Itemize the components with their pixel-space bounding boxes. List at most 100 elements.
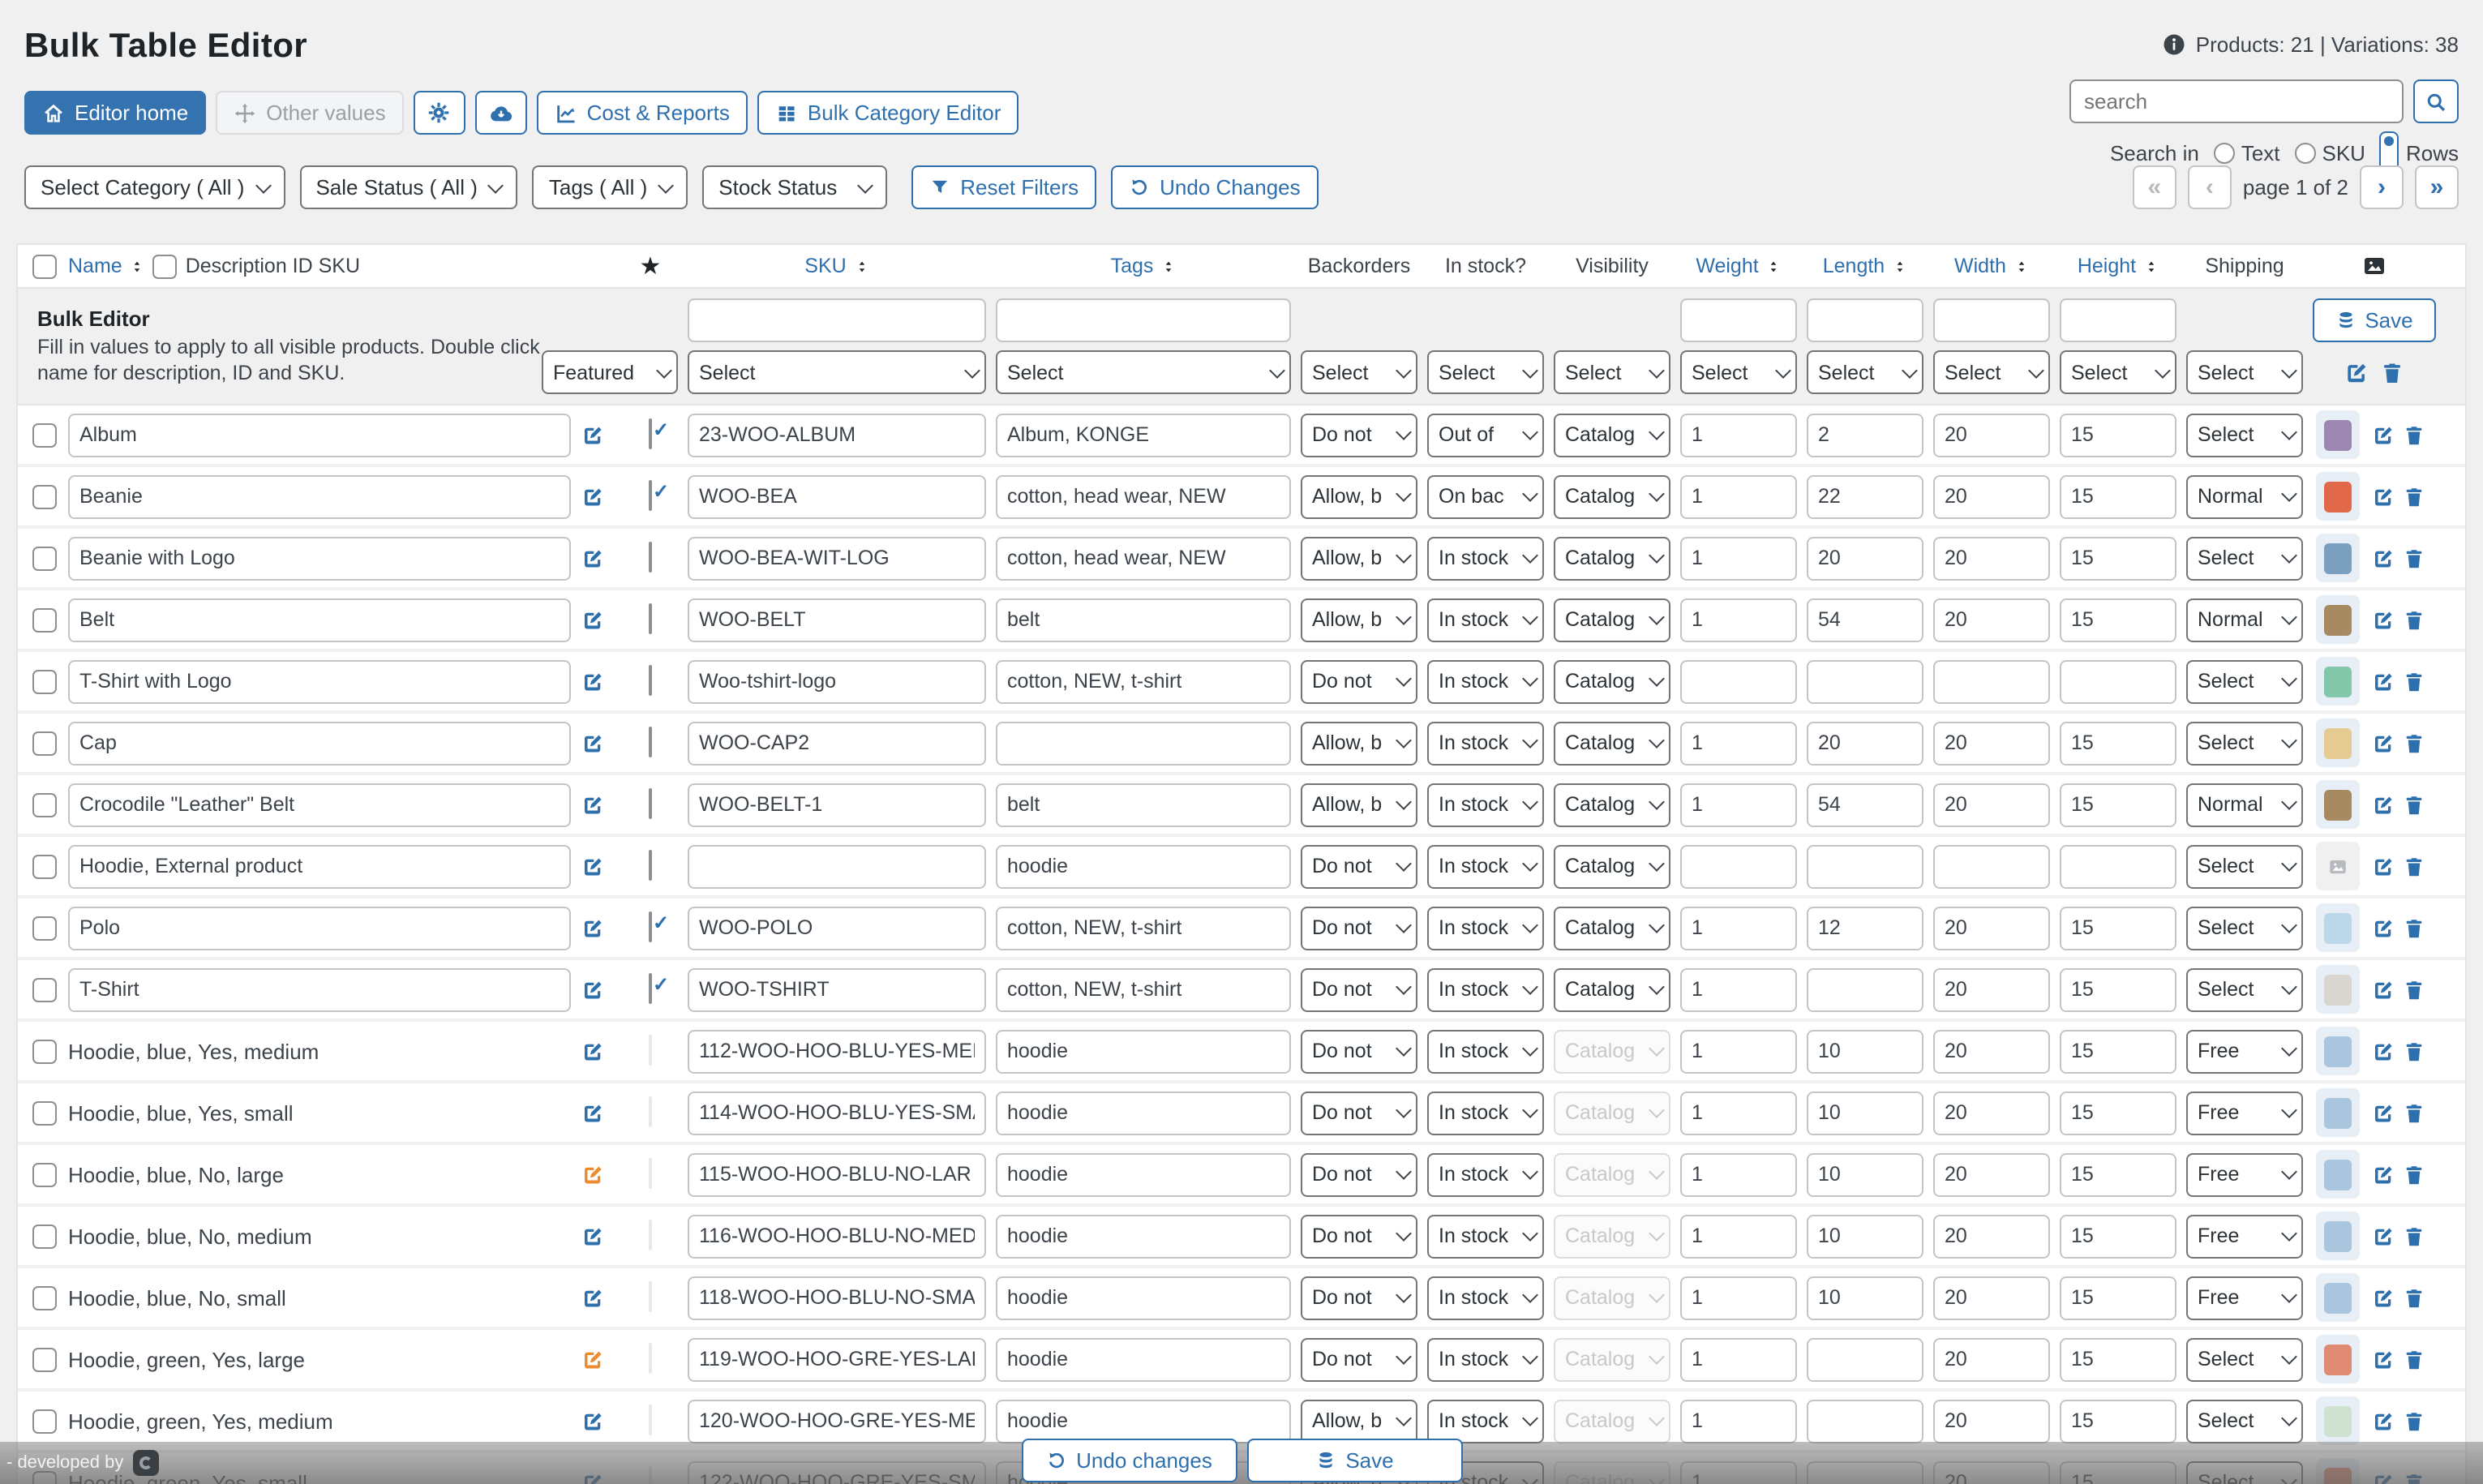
settings-button[interactable] [414, 91, 465, 135]
edit-icon[interactable] [581, 1347, 605, 1371]
row-edit-icon[interactable] [2371, 669, 2395, 693]
backorders-select[interactable]: Allow, b [1301, 598, 1417, 641]
prev-page-button[interactable]: ‹ [2188, 165, 2232, 209]
bulk-weight-input[interactable] [1680, 298, 1797, 342]
column-width[interactable]: Width [1954, 255, 2006, 277]
weight-input[interactable] [1680, 721, 1797, 765]
weight-input[interactable] [1680, 906, 1797, 950]
backorders-select[interactable]: Do not [1301, 1214, 1417, 1258]
sku-input[interactable] [688, 721, 986, 765]
stock-select[interactable]: In stock [1427, 967, 1544, 1011]
weight-input[interactable] [1680, 844, 1797, 888]
row-edit-icon[interactable] [2371, 1347, 2395, 1371]
featured-checkbox[interactable] [649, 727, 652, 757]
tags-input[interactable] [996, 474, 1291, 518]
shipping-select[interactable]: Select [2186, 1399, 2303, 1443]
row-trash-icon[interactable] [2402, 422, 2426, 447]
bulk-save-button[interactable]: Save [2313, 298, 2436, 342]
length-input[interactable] [1807, 659, 1923, 703]
row-trash-icon[interactable] [2402, 546, 2426, 570]
product-thumbnail[interactable] [2315, 1088, 2359, 1137]
height-input[interactable] [2060, 474, 2176, 518]
visibility-select[interactable]: Catalog [1554, 1152, 1670, 1196]
product-name-input[interactable] [68, 413, 571, 457]
row-trash-icon[interactable] [2402, 854, 2426, 878]
row-trash-icon[interactable] [2402, 1285, 2426, 1310]
radio-sku[interactable] [2295, 143, 2316, 164]
tags-input[interactable] [996, 1214, 1291, 1258]
stock-select[interactable]: In stock [1427, 1399, 1544, 1443]
visibility-select[interactable]: Catalog [1554, 906, 1670, 950]
featured-checkbox[interactable] [649, 1281, 652, 1312]
backorders-select[interactable]: Do not [1301, 1276, 1417, 1319]
width-input[interactable] [1933, 598, 2050, 641]
visibility-select[interactable]: Catalog [1554, 1091, 1670, 1134]
product-thumbnail[interactable] [2315, 472, 2359, 521]
featured-checkbox[interactable] [649, 1220, 652, 1250]
backorders-select[interactable]: Do not [1301, 844, 1417, 888]
visibility-select[interactable]: Catalog [1554, 474, 1670, 518]
length-input[interactable] [1807, 598, 1923, 641]
tags-input[interactable] [996, 413, 1291, 457]
length-input[interactable] [1807, 1091, 1923, 1134]
length-input[interactable] [1807, 844, 1923, 888]
stock-select[interactable]: In stock [1427, 844, 1544, 888]
bulk-tags-input[interactable] [996, 298, 1291, 342]
width-input[interactable] [1933, 906, 2050, 950]
length-input[interactable] [1807, 906, 1923, 950]
product-thumbnail[interactable] [2315, 965, 2359, 1014]
backorders-select[interactable]: Allow, b [1301, 721, 1417, 765]
height-input[interactable] [2060, 536, 2176, 580]
length-input[interactable] [1807, 1152, 1923, 1196]
bulk-edit-icon[interactable] [2344, 359, 2369, 385]
backorders-select[interactable]: Allow, b [1301, 536, 1417, 580]
next-page-button[interactable]: › [2360, 165, 2404, 209]
undo-changes-button[interactable]: Undo Changes [1111, 165, 1318, 209]
edit-icon[interactable] [581, 1039, 605, 1063]
stock-select[interactable]: In stock [1427, 906, 1544, 950]
backorders-select[interactable]: Do not [1301, 1091, 1417, 1134]
height-input[interactable] [2060, 1152, 2176, 1196]
product-name-input[interactable] [68, 598, 571, 641]
column-name[interactable]: Name [68, 255, 122, 277]
bulk-trash-icon[interactable] [2379, 359, 2405, 385]
bulk-width-input[interactable] [1933, 298, 2050, 342]
shipping-select[interactable]: Normal [2186, 598, 2303, 641]
row-checkbox[interactable] [32, 1039, 57, 1063]
other-values-button[interactable]: Other values [216, 91, 403, 135]
product-name-input[interactable] [68, 783, 571, 826]
featured-checkbox[interactable] [649, 1035, 652, 1066]
sort-icon[interactable] [1161, 257, 1176, 275]
backorders-select[interactable]: Allow, b [1301, 1399, 1417, 1443]
row-checkbox[interactable] [32, 1409, 57, 1433]
edit-icon[interactable] [581, 1100, 605, 1125]
bulk-featured-select[interactable]: Featured [542, 350, 678, 394]
search-in-text[interactable]: Text [2214, 141, 2280, 165]
featured-checkbox[interactable] [649, 911, 652, 942]
weight-input[interactable] [1680, 967, 1797, 1011]
row-checkbox[interactable] [32, 1347, 57, 1371]
weight-input[interactable] [1680, 474, 1797, 518]
visibility-select[interactable]: Catalog [1554, 844, 1670, 888]
tags-input[interactable] [996, 906, 1291, 950]
column-sku[interactable]: SKU [804, 255, 846, 277]
width-input[interactable] [1933, 1276, 2050, 1319]
weight-input[interactable] [1680, 1214, 1797, 1258]
sku-input[interactable] [688, 1399, 986, 1443]
width-input[interactable] [1933, 1029, 2050, 1073]
length-input[interactable] [1807, 1337, 1923, 1381]
width-input[interactable] [1933, 783, 2050, 826]
row-edit-icon[interactable] [2371, 1224, 2395, 1248]
row-trash-icon[interactable] [2402, 1409, 2426, 1433]
sku-input[interactable] [688, 598, 986, 641]
bulk-weight-select[interactable]: Select [1680, 350, 1797, 394]
product-thumbnail[interactable] [2315, 657, 2359, 706]
search-in-sku[interactable]: SKU [2295, 141, 2365, 165]
stock-select[interactable]: In stock [1427, 1152, 1544, 1196]
visibility-select[interactable]: Catalog [1554, 1029, 1670, 1073]
stock-select[interactable]: In stock [1427, 536, 1544, 580]
product-thumbnail[interactable] [2315, 1212, 2359, 1260]
backorders-select[interactable]: Do not [1301, 659, 1417, 703]
product-thumbnail[interactable] [2315, 1396, 2359, 1445]
stock-select[interactable]: In stock [1427, 1214, 1544, 1258]
